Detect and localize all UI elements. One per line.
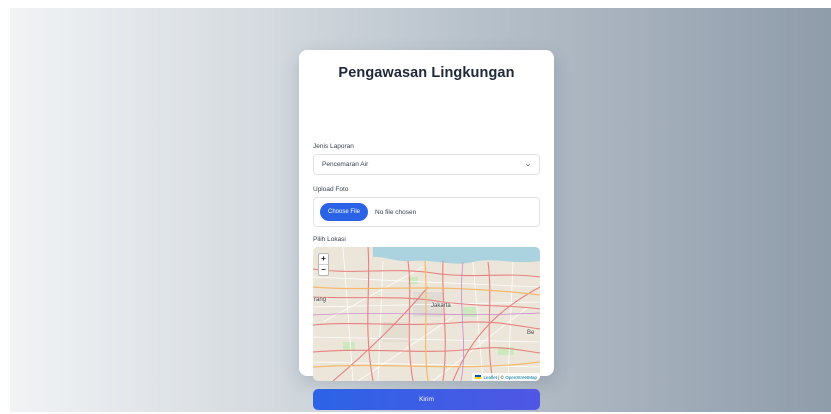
report-type-select[interactable]: Pencemaran Air xyxy=(313,154,540,175)
map-attribution: Leaflet | © OpenStreetMap xyxy=(472,373,540,381)
map-tiles xyxy=(313,247,540,381)
zoom-out-button[interactable]: − xyxy=(319,265,328,276)
map-zoom-control: + − xyxy=(318,253,329,276)
map-label-bekasi: Be xyxy=(527,330,535,336)
file-status-text: No file chosen xyxy=(375,208,417,216)
map-label-jakarta: Jakarta xyxy=(431,303,451,309)
report-type-selected-value: Pencemaran Air xyxy=(322,161,369,168)
leaflet-link[interactable]: Leaflet xyxy=(483,375,497,380)
submit-button[interactable]: Kirim xyxy=(313,389,540,410)
report-type-label: Jenis Laporan xyxy=(313,143,354,150)
page-title: Pengawasan Lingkungan xyxy=(338,65,515,81)
chevron-down-icon xyxy=(525,163,531,166)
photo-upload-field[interactable]: Choose File No file chosen xyxy=(313,197,540,227)
report-form-card: Pengawasan Lingkungan Jenis Laporan Penc… xyxy=(299,50,554,410)
openstreetmap-link[interactable]: OpenStreetMap xyxy=(505,375,537,380)
choose-file-button[interactable]: Choose File xyxy=(320,203,369,221)
zoom-in-button[interactable]: + xyxy=(319,254,328,265)
location-map[interactable]: Jakarta rang Be + − Leaflet | © OpenStre… xyxy=(313,247,540,381)
map-label-tangerang: rang xyxy=(314,297,327,303)
photo-upload-label: Upload Foto xyxy=(313,186,349,193)
ukraine-flag-icon xyxy=(475,375,482,379)
attribution-separator: | © xyxy=(496,374,506,380)
location-label: Pilih Lokasi xyxy=(313,236,346,243)
